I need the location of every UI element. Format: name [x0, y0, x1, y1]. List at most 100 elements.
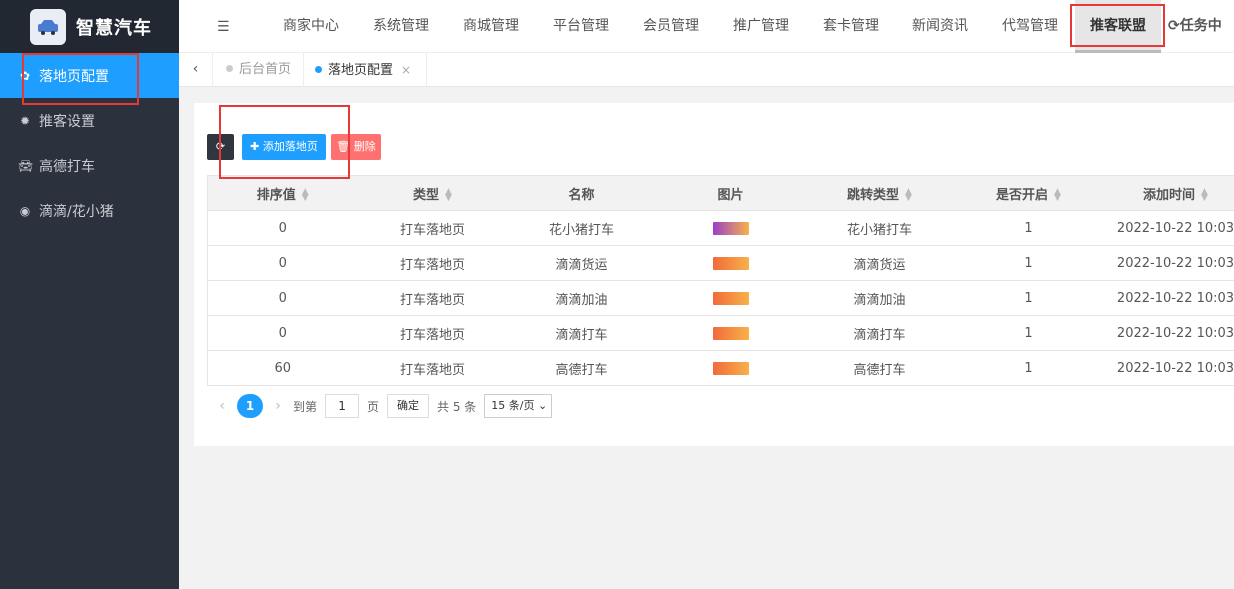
cell-jump-type: 滴滴加油 — [805, 280, 954, 316]
tab-dot-icon — [315, 66, 322, 73]
cell-name: 滴滴加油 — [507, 280, 656, 316]
landing-image-thumbnail[interactable] — [712, 361, 749, 375]
sidebar-item-label: 高德打车 — [39, 158, 95, 175]
header-label: 添加时间 — [1143, 187, 1196, 203]
cell-enabled: 1 — [953, 280, 1104, 316]
highlight-box-sidebar — [22, 53, 139, 105]
highlight-box-add-button — [219, 105, 350, 179]
cell-enabled: 1 — [953, 245, 1104, 281]
page-size-value: 15 条/页 — [491, 399, 535, 412]
table-row[interactable]: 0 打车落地页 滴滴加油 滴滴加油 1 2022-10-22 10:03 — [207, 280, 1234, 316]
cell-type: 打车落地页 — [357, 210, 508, 246]
cell-image — [655, 315, 806, 351]
cell-type: 打车落地页 — [357, 280, 508, 316]
tab-back-icon[interactable]: ‹ — [179, 53, 213, 87]
col-added-time[interactable]: 添加时间 ▲ ▼ — [1103, 175, 1234, 211]
nav-system-management[interactable]: 系统管理 — [373, 0, 429, 53]
cell-sort: 0 — [207, 280, 358, 316]
cell-jump-type: 滴滴打车 — [805, 315, 954, 351]
col-enabled[interactable]: 是否开启 ▲ ▼ — [953, 175, 1104, 211]
tab-label: 后台首页 — [239, 62, 292, 77]
header-label: 跳转类型 — [847, 187, 900, 203]
sort-icon[interactable]: ▲ ▼ — [445, 188, 452, 203]
tab-dot-icon — [226, 65, 233, 72]
header-label: 排序值 — [256, 187, 296, 203]
col-name: 名称 — [507, 175, 656, 211]
total-count: 共 5 条 — [437, 399, 477, 414]
landing-image-thumbnail[interactable] — [712, 326, 749, 340]
sort-icon[interactable]: ▲ ▼ — [302, 188, 309, 203]
sort-icon[interactable]: ▲ ▼ — [1054, 188, 1061, 203]
nav-task-center[interactable]: ⟳任务中心 — [1168, 0, 1234, 87]
sort-icon[interactable]: ▲ ▼ — [1201, 188, 1208, 203]
table-header: 排序值 ▲ ▼ 类型 ▲ ▼ 名称 图片 跳转类型 ▲ ▼ 是否开启 ▲ ▼ 添加时间 ▲ ▼ — [207, 175, 1234, 211]
car-icon: 🚘︎ — [18, 158, 34, 173]
nav-news[interactable]: 新闻资讯 — [912, 0, 968, 53]
prev-page-icon[interactable]: ‹ — [207, 398, 237, 414]
nav-mall-management[interactable]: 商城管理 — [463, 0, 519, 53]
cell-jump-type: 高德打车 — [805, 350, 954, 386]
nav-chauffeur-management[interactable]: 代驾管理 — [1002, 0, 1058, 53]
col-type[interactable]: 类型 ▲ ▼ — [357, 175, 508, 211]
page-tabs: ‹ 后台首页 落地页配置 × — [179, 53, 1234, 87]
cell-name: 滴滴打车 — [507, 315, 656, 351]
cell-sort: 0 — [207, 245, 358, 281]
table-row[interactable]: 60 打车落地页 高德打车 高德打车 1 2022-10-22 10:03 — [207, 350, 1234, 386]
nav-promotion-management[interactable]: 推广管理 — [733, 0, 789, 53]
landing-image-thumbnail[interactable] — [712, 221, 749, 235]
confirm-page-button[interactable]: 确定 — [387, 394, 430, 418]
sidebar-item-label: 滴滴/花小猪 — [39, 203, 114, 220]
page-unit-label: 页 — [367, 399, 380, 414]
cell-name: 滴滴货运 — [507, 245, 656, 281]
chevron-down-icon: ⌄ — [538, 399, 548, 412]
menu-toggle-icon[interactable]: ☰ — [217, 19, 230, 35]
nav-merchant-center[interactable]: 商家中心 — [283, 0, 339, 53]
cell-time: 2022-10-22 10:03 — [1103, 350, 1234, 386]
header-label: 是否开启 — [996, 187, 1049, 203]
cell-time: 2022-10-22 10:03 — [1103, 245, 1234, 281]
cell-time: 2022-10-22 10:03 — [1103, 210, 1234, 246]
tab-home[interactable]: 后台首页 — [214, 53, 305, 87]
header-label: 名称 — [568, 187, 595, 203]
circle-icon: ◉ — [19, 203, 31, 218]
page-size-select[interactable]: 15 条/页 ⌄ — [484, 394, 553, 418]
table-row[interactable]: 0 打车落地页 滴滴货运 滴滴货运 1 2022-10-22 10:03 — [207, 245, 1234, 281]
nav-platform-management[interactable]: 平台管理 — [553, 0, 609, 53]
highlight-box-nav — [1070, 4, 1165, 47]
goto-page-input[interactable]: 1 — [325, 394, 360, 418]
logo: 智慧汽车 — [0, 0, 179, 53]
nav-card-management[interactable]: 套卡管理 — [823, 0, 879, 53]
next-page-icon[interactable]: › — [263, 398, 293, 414]
col-image: 图片 — [655, 175, 806, 211]
refresh-icon: ⟳ — [1168, 18, 1180, 34]
sort-icon[interactable]: ▲ ▼ — [905, 188, 912, 203]
cell-sort: 0 — [207, 315, 358, 351]
col-jump-type[interactable]: 跳转类型 ▲ ▼ — [805, 175, 954, 211]
cell-sort: 60 — [207, 350, 358, 386]
sidebar-item-didi-huaxiaozhu[interactable]: ◉ 滴滴/花小猪 — [0, 188, 179, 233]
cell-enabled: 1 — [953, 315, 1104, 351]
landing-page-table: 排序值 ▲ ▼ 类型 ▲ ▼ 名称 图片 跳转类型 ▲ ▼ 是否开启 ▲ ▼ 添加时间 ▲ ▼ 0 … — [207, 175, 1234, 386]
cell-sort: 0 — [207, 210, 358, 246]
goto-label: 到第 — [293, 399, 318, 414]
cell-image — [655, 245, 806, 281]
landing-image-thumbnail[interactable] — [712, 291, 749, 305]
cell-jump-type: 滴滴货运 — [805, 245, 954, 281]
table-row[interactable]: 0 打车落地页 滴滴打车 滴滴打车 1 2022-10-22 10:03 — [207, 315, 1234, 351]
table-row[interactable]: 0 打车落地页 花小猪打车 花小猪打车 1 2022-10-22 10:03 — [207, 210, 1234, 246]
app-title: 智慧汽车 — [76, 17, 152, 39]
cell-enabled: 1 — [953, 350, 1104, 386]
header-label: 图片 — [717, 187, 744, 203]
page-number-current[interactable]: 1 — [237, 394, 263, 418]
sun-icon: ✹ — [19, 113, 31, 128]
tab-landing-config[interactable]: 落地页配置 × — [303, 53, 428, 87]
nav-member-management[interactable]: 会员管理 — [643, 0, 699, 53]
tab-label: 落地页配置 — [328, 63, 394, 78]
landing-image-thumbnail[interactable] — [712, 256, 749, 270]
cell-type: 打车落地页 — [357, 315, 508, 351]
close-icon[interactable]: × — [401, 63, 411, 77]
cell-type: 打车落地页 — [357, 350, 508, 386]
sidebar-item-gaode-taxi[interactable]: 🚘︎ 高德打车 — [0, 143, 179, 188]
col-sort-value[interactable]: 排序值 ▲ ▼ — [207, 175, 358, 211]
cell-image — [655, 210, 806, 246]
